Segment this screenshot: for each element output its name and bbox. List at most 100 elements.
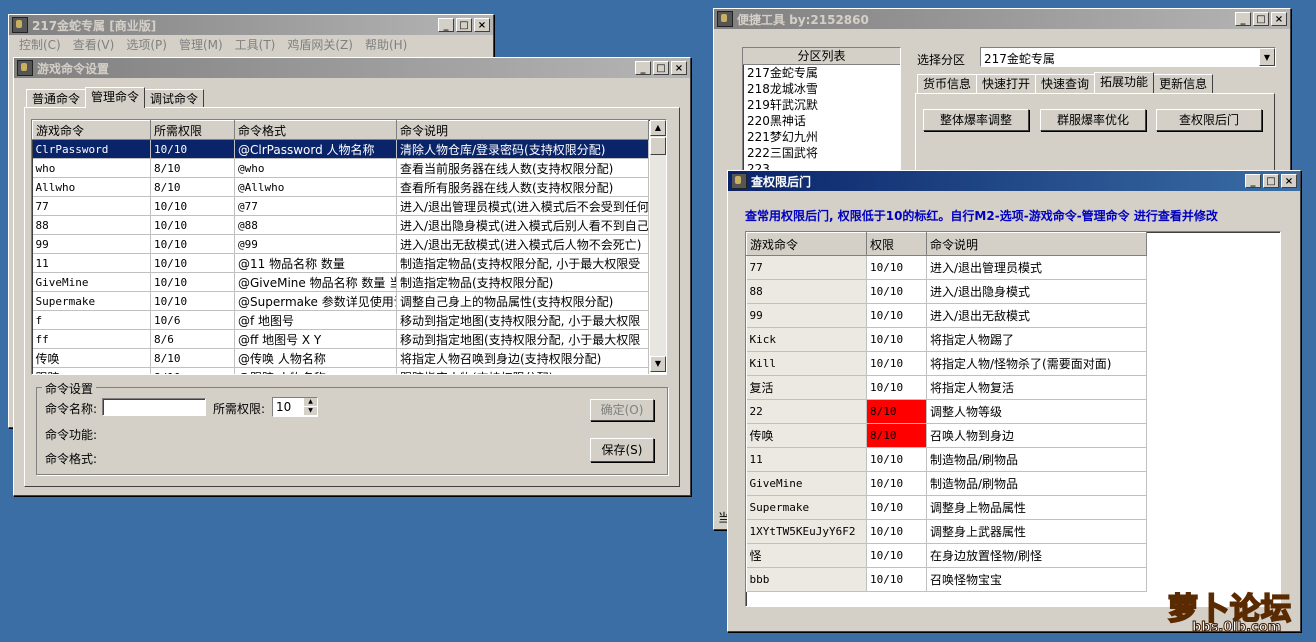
scroll-thumb[interactable] [650, 137, 666, 155]
scroll-down-icon[interactable]: ▼ [650, 356, 666, 372]
minimize-icon[interactable]: _ [438, 18, 454, 32]
maximize-icon[interactable]: □ [653, 61, 669, 75]
minimize-icon[interactable]: _ [1245, 174, 1261, 188]
permission-value: 10 [276, 400, 292, 414]
table-row[interactable]: Kill 10/10 将指定人物/怪物杀了(需要面对面) [746, 351, 1147, 376]
table-row[interactable]: 88 10/10 @88 进入/退出隐身模式(进入模式后别人看不到自己 [32, 215, 649, 235]
col-description[interactable]: 命令说明 [926, 232, 1147, 256]
partition-select[interactable]: 217金蛇专属 ▼ [980, 47, 1276, 67]
table-row[interactable]: 跟踪8/10@跟踪 人物名称跟踪指定人物(支持权限分配) [32, 367, 649, 374]
table-row[interactable]: Supermake 10/10 调整身上物品属性 [746, 495, 1147, 520]
table-row[interactable]: 复活 10/10 将指定人物复活 [746, 375, 1147, 400]
list-item[interactable]: 220黑神话 [747, 113, 900, 129]
command-name-input[interactable] [102, 398, 206, 416]
list-item[interactable]: 221梦幻九州 [747, 129, 900, 145]
menu-help[interactable]: 帮助(H) [359, 36, 413, 53]
table-row[interactable]: Allwho 8/10 @Allwho 查看所有服务器在线人数(支持权限分配) [32, 177, 649, 197]
maximize-icon[interactable]: □ [456, 18, 472, 32]
command-function-label: 命令功能: [45, 428, 98, 442]
list-item[interactable]: 219轩武沉默 [747, 97, 900, 113]
tool-tabs: 货币信息 快速打开 快速查询 拓展功能 更新信息 [917, 72, 1214, 93]
tab-debug-commands[interactable]: 调试命令 [144, 89, 205, 108]
forum-logo: 萝卜论坛 bbs.0lb.com [1162, 588, 1312, 638]
partition-list[interactable]: 分区列表 217金蛇专属 218龙城冰雪 219轩武沉默 220黑神话 221梦幻九州 2… [742, 47, 901, 179]
menu-control[interactable]: 控制(C) [13, 36, 67, 53]
tool-window-titlebar[interactable]: 便捷工具 by:2152860 _ □ × [714, 9, 1290, 29]
cell-permission: 10/10 [866, 351, 927, 376]
check-backdoor-button[interactable]: 查权限后门 [1156, 109, 1262, 131]
menu-gateway[interactable]: 鸡盾网关(Z) [281, 36, 359, 53]
tab-extensions[interactable]: 拓展功能 [1094, 72, 1155, 93]
tab-quick-open[interactable]: 快速打开 [976, 74, 1037, 93]
col-command[interactable]: 游戏命令 [32, 120, 151, 140]
table-row[interactable]: 88 10/10 进入/退出隐身模式 [746, 279, 1147, 304]
table-row[interactable]: 99 10/10 @99 进入/退出无敌模式(进入模式后人物不会死亡) [32, 234, 649, 254]
permission-spinner[interactable]: 10 ▲ ▼ [272, 397, 318, 417]
close-icon[interactable]: × [1281, 174, 1297, 188]
tab-update-info[interactable]: 更新信息 [1153, 74, 1214, 93]
cell-format: @88 [234, 215, 397, 235]
main-window-titlebar[interactable]: 217金蛇专属 [商业版] _ □ × [9, 15, 493, 35]
table-row[interactable]: 1XYtTW5KEuJyY6F2 10/10 调整身上武器属性 [746, 519, 1147, 544]
command-window-titlebar[interactable]: 游戏命令设置 _ □ × [14, 58, 690, 78]
list-item[interactable]: 222三国武将 [747, 145, 900, 161]
table-row[interactable]: 传唤 8/10 @传唤 人物名称 将指定人物召唤到身边(支持权限分配) [32, 348, 649, 368]
command-tabs: 普通命令 管理命令 调试命令 [26, 87, 205, 108]
table-row[interactable]: who 8/10 @who 查看当前服务器在线人数(支持权限分配) [32, 158, 649, 178]
command-table-scrollbar[interactable]: ▲ ▼ [650, 120, 666, 372]
table-row[interactable]: Supermake10/10@Supermake 参数详见使用说明调整自己身上的… [32, 291, 649, 311]
col-format[interactable]: 命令格式 [234, 120, 397, 140]
minimize-icon[interactable]: _ [1235, 12, 1251, 26]
tab-quick-query[interactable]: 快速查询 [1035, 74, 1096, 93]
table-row[interactable]: 77 10/10 @77 进入/退出管理员模式(进入模式后不会受到任何 [32, 196, 649, 216]
spin-up-icon[interactable]: ▲ [304, 398, 317, 406]
col-permission[interactable]: 所需权限 [150, 120, 235, 140]
tab-currency-info[interactable]: 货币信息 [917, 74, 978, 93]
list-item[interactable]: 218龙城冰雪 [747, 81, 900, 97]
table-row[interactable]: 77 10/10 进入/退出管理员模式 [746, 255, 1147, 280]
table-row[interactable]: 传唤 8/10 召唤人物到身边 [746, 423, 1147, 448]
table-row[interactable]: GiveMine 10/10 制造物品/刷物品 [746, 471, 1147, 496]
minimize-icon[interactable]: _ [635, 61, 651, 75]
menu-tools[interactable]: 工具(T) [229, 36, 282, 53]
table-row[interactable]: ff 8/6 @ff 地图号 X Y 移动到指定地图(支持权限分配, 小于最大权限 [32, 329, 649, 349]
scroll-up-icon[interactable]: ▲ [650, 120, 666, 136]
table-row[interactable]: f 10/6 @f 地图号 移动到指定地图(支持权限分配, 小于最大权限 [32, 310, 649, 330]
confirm-button[interactable]: 确定(O) [590, 399, 654, 421]
table-row[interactable]: GiveMine 10/10 @GiveMine 物品名称 数量 当前 制造指定物品(… [32, 272, 649, 292]
table-row[interactable]: 22 8/10 调整人物等级 [746, 399, 1147, 424]
table-row[interactable]: 11 10/10 制造物品/刷物品 [746, 447, 1147, 472]
menu-view[interactable]: 查看(V) [67, 36, 121, 53]
col-permission[interactable]: 权限 [866, 232, 927, 256]
command-table-header: 游戏命令 所需权限 命令格式 命令说明 [32, 120, 649, 140]
partition-list-header: 分区列表 [743, 48, 900, 65]
close-icon[interactable]: × [671, 61, 687, 75]
list-item[interactable]: 217金蛇专属 [747, 65, 900, 81]
table-row[interactable]: bbb 10/10 召唤怪物宝宝 [746, 567, 1147, 592]
table-row[interactable]: Kick 10/10 将指定人物踢了 [746, 327, 1147, 352]
close-icon[interactable]: × [1271, 12, 1287, 26]
table-row[interactable]: 怪 10/10 在身边放置怪物/刷怪 [746, 543, 1147, 568]
tab-normal-commands[interactable]: 普通命令 [26, 89, 87, 108]
menu-options[interactable]: 选项(P) [120, 36, 173, 53]
cell-permission: 8/10 [150, 348, 235, 368]
group-droprate-button[interactable]: 群服爆率优化 [1040, 109, 1146, 131]
maximize-icon[interactable]: □ [1253, 12, 1269, 26]
close-icon[interactable]: × [474, 18, 490, 32]
cell-command: GiveMine [32, 272, 151, 292]
cell-permission: 10/10 [866, 447, 927, 472]
save-button[interactable]: 保存(S) [590, 438, 654, 462]
permission-window-titlebar[interactable]: 查权限后门 _ □ × [728, 171, 1300, 191]
col-command[interactable]: 游戏命令 [746, 232, 867, 256]
maximize-icon[interactable]: □ [1263, 174, 1279, 188]
tab-admin-commands[interactable]: 管理命令 [85, 87, 146, 108]
table-row[interactable]: 11 10/10 @11 物品名称 数量 制造指定物品(支持权限分配, 小于最大权限受 [32, 253, 649, 273]
chevron-down-icon[interactable]: ▼ [1259, 48, 1275, 66]
table-row[interactable]: ClrPassword 10/10 @ClrPassword 人物名称 清除人物仓库/… [32, 139, 649, 159]
cell-command: 跟踪 [32, 367, 151, 374]
spin-down-icon[interactable]: ▼ [304, 407, 317, 415]
table-row[interactable]: 99 10/10 进入/退出无敌模式 [746, 303, 1147, 328]
col-description[interactable]: 命令说明 [396, 120, 649, 140]
overall-droprate-button[interactable]: 整体爆率调整 [923, 109, 1029, 131]
menu-manage[interactable]: 管理(M) [173, 36, 229, 53]
